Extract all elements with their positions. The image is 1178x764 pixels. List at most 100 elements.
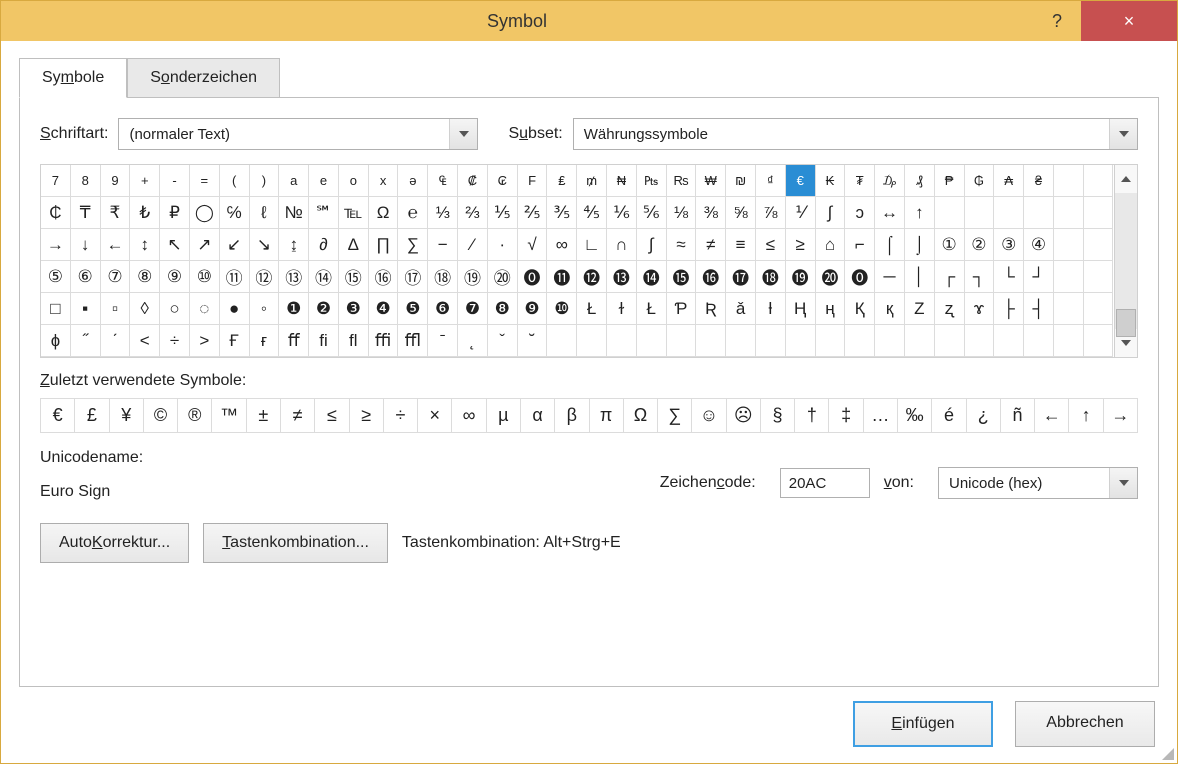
grid-cell[interactable]: ₯ xyxy=(875,165,905,197)
grid-cell[interactable]: қ xyxy=(875,293,905,325)
grid-cell[interactable]: ▪ xyxy=(71,293,101,325)
grid-cell[interactable]: ⓿ xyxy=(845,261,875,293)
grid-cell[interactable]: ⅓ xyxy=(428,197,458,229)
grid-cell[interactable]: ɫ xyxy=(607,293,637,325)
grid-cell[interactable] xyxy=(667,325,697,357)
grid-cell[interactable]: ǎ xyxy=(726,293,756,325)
grid-cell[interactable]: ₰ xyxy=(905,165,935,197)
grid-cell[interactable]: ④ xyxy=(1024,229,1054,261)
recent-cell[interactable]: ≤ xyxy=(315,399,349,433)
recent-cell[interactable]: ± xyxy=(247,399,281,433)
grid-cell[interactable]: ₦ xyxy=(607,165,637,197)
grid-cell[interactable]: ◊ xyxy=(130,293,160,325)
grid-cell[interactable]: ⌠ xyxy=(875,229,905,261)
grid-cell[interactable]: ❷ xyxy=(309,293,339,325)
recent-cell[interactable]: α xyxy=(521,399,555,433)
grid-cell[interactable]: ₭ xyxy=(816,165,846,197)
recent-cell[interactable]: ™ xyxy=(212,399,246,433)
grid-cell[interactable]: ❾ xyxy=(518,293,548,325)
grid-cell[interactable]: ⓫ xyxy=(547,261,577,293)
recent-cell[interactable]: ÷ xyxy=(384,399,418,433)
grid-cell[interactable]: ← xyxy=(101,229,131,261)
grid-cell[interactable]: ❶ xyxy=(279,293,309,325)
grid-cell[interactable]: ❻ xyxy=(428,293,458,325)
recent-cell[interactable]: ¥ xyxy=(110,399,144,433)
grid-cell[interactable]: ˛ xyxy=(458,325,488,357)
grid-cell[interactable]: ˝ xyxy=(71,325,101,357)
grid-cell[interactable] xyxy=(1054,165,1084,197)
grid-cell[interactable] xyxy=(1084,261,1114,293)
grid-cell[interactable]: ℮ xyxy=(398,197,428,229)
grid-cell[interactable]: ┐ xyxy=(965,261,995,293)
font-dropdown[interactable]: (normaler Text) xyxy=(118,118,478,150)
code-input[interactable]: 20AC xyxy=(780,468,870,498)
grid-cell[interactable]: ┤ xyxy=(1024,293,1054,325)
grid-cell[interactable]: ⓿ xyxy=(518,261,548,293)
grid-cell[interactable] xyxy=(965,325,995,357)
grid-cell[interactable]: − xyxy=(428,229,458,261)
grid-cell[interactable]: ₡ xyxy=(458,165,488,197)
grid-cell[interactable]: ə xyxy=(398,165,428,197)
grid-cell[interactable] xyxy=(845,325,875,357)
grid-cell[interactable]: ① xyxy=(935,229,965,261)
grid-cell[interactable]: ⌂ xyxy=(816,229,846,261)
chevron-down-icon[interactable] xyxy=(1109,468,1137,498)
recent-cell[interactable]: £ xyxy=(75,399,109,433)
grid-cell[interactable]: └ xyxy=(994,261,1024,293)
grid-cell[interactable]: ⑲ xyxy=(458,261,488,293)
character-grid[interactable]: 789+-=()aeoxə₠₡₢F₤₥₦₧₨₩₪₫€₭₮₯₰₱₲₳₴₵₸₹₺₽◯… xyxy=(41,165,1114,357)
grid-cell[interactable]: ↨ xyxy=(279,229,309,261)
grid-cell[interactable]: ∞ xyxy=(547,229,577,261)
resize-grip-icon[interactable] xyxy=(1161,747,1175,761)
grid-cell[interactable]: ∫ xyxy=(816,197,846,229)
recent-cell[interactable]: ☹ xyxy=(727,399,761,433)
grid-cell[interactable]: ⑮ xyxy=(339,261,369,293)
grid-cell[interactable] xyxy=(1054,293,1084,325)
grid-cell[interactable]: e xyxy=(309,165,339,197)
grid-cell[interactable]: ≡ xyxy=(726,229,756,261)
grid-cell[interactable]: ↖ xyxy=(160,229,190,261)
grid-cell[interactable]: ⑳ xyxy=(488,261,518,293)
grid-cell[interactable]: □ xyxy=(41,293,71,325)
grid-cell[interactable]: ₴ xyxy=(1024,165,1054,197)
grid-cell[interactable]: ◦ xyxy=(250,293,280,325)
grid-cell[interactable]: ③ xyxy=(994,229,1024,261)
recent-cell[interactable]: ← xyxy=(1035,399,1069,433)
grid-cell[interactable]: x xyxy=(369,165,399,197)
grid-cell[interactable]: Қ xyxy=(845,293,875,325)
grid-cell[interactable] xyxy=(756,325,786,357)
grid-cell[interactable] xyxy=(1084,325,1114,357)
grid-cell[interactable]: ∂ xyxy=(309,229,339,261)
grid-cell[interactable]: │ xyxy=(905,261,935,293)
recent-cell[interactable]: ‡ xyxy=(829,399,863,433)
grid-cell[interactable]: ℅ xyxy=(220,197,250,229)
grid-cell[interactable]: ₩ xyxy=(696,165,726,197)
grid-cell[interactable] xyxy=(1084,165,1114,197)
grid-cell[interactable]: ⅜ xyxy=(696,197,726,229)
grid-cell[interactable] xyxy=(547,325,577,357)
recent-cell[interactable]: † xyxy=(795,399,829,433)
grid-cell[interactable] xyxy=(607,325,637,357)
grid-cell[interactable] xyxy=(816,325,846,357)
grid-cell[interactable]: € xyxy=(786,165,816,197)
recent-cell[interactable]: ¿ xyxy=(967,399,1001,433)
grid-cell[interactable]: ( xyxy=(220,165,250,197)
recent-cell[interactable]: ↑ xyxy=(1069,399,1103,433)
grid-cell[interactable]: + xyxy=(130,165,160,197)
grid-cell[interactable]: ⌡ xyxy=(905,229,935,261)
grid-cell[interactable]: Ω xyxy=(369,197,399,229)
recent-cell[interactable]: é xyxy=(932,399,966,433)
close-button[interactable]: × xyxy=(1081,1,1177,41)
grid-cell[interactable]: ↗ xyxy=(190,229,220,261)
grid-cell[interactable] xyxy=(1024,197,1054,229)
grid-cell[interactable]: ○ xyxy=(160,293,190,325)
grid-cell[interactable]: ∟ xyxy=(577,229,607,261)
grid-cell[interactable]: ⅘ xyxy=(577,197,607,229)
grid-cell[interactable] xyxy=(935,325,965,357)
grid-cell[interactable]: ❹ xyxy=(369,293,399,325)
grid-cell[interactable]: ┘ xyxy=(1024,261,1054,293)
grid-cell[interactable]: ↕ xyxy=(130,229,160,261)
grid-cell[interactable]: ₪ xyxy=(726,165,756,197)
grid-cell[interactable]: ⑰ xyxy=(398,261,428,293)
grid-cell[interactable] xyxy=(1084,197,1114,229)
